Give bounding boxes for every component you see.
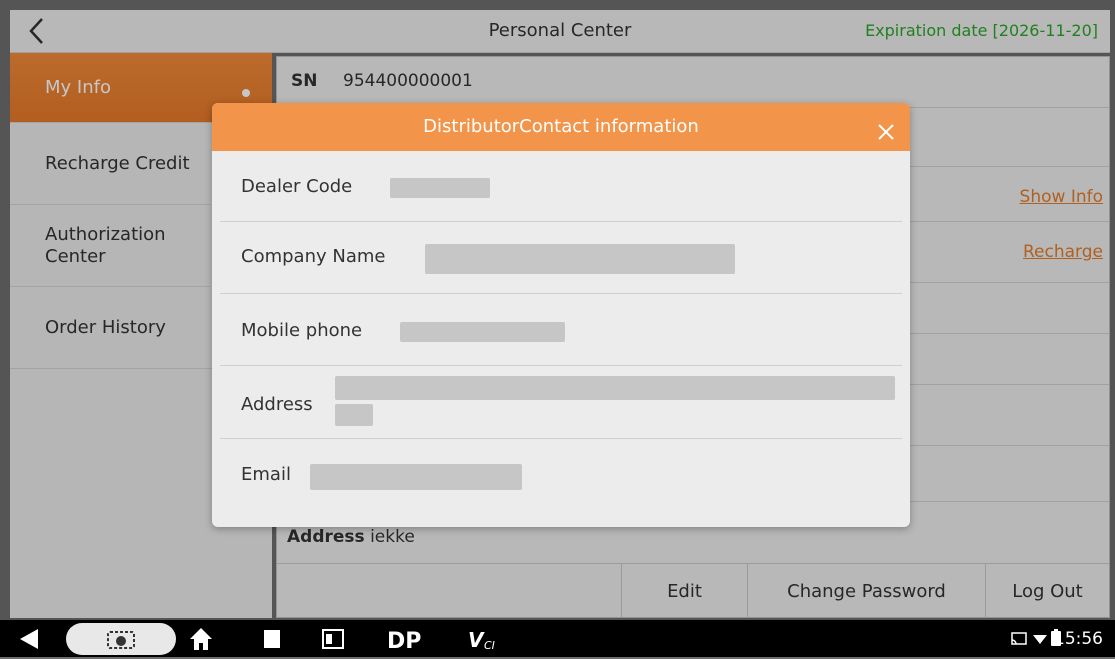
status-time: 15:56 <box>1054 629 1103 649</box>
svg-text:CI: CI <box>484 639 495 652</box>
company-name-row: Company Name <box>220 222 902 294</box>
system-nav-bar: DP V CI 15:56 <box>0 620 1115 657</box>
redacted-value <box>310 464 522 490</box>
redacted-value <box>390 178 490 198</box>
email-label: Email <box>241 464 291 485</box>
cast-icon <box>1010 630 1028 648</box>
svg-text:DP: DP <box>387 629 421 652</box>
dealer-code-label: Dealer Code <box>241 176 353 197</box>
wifi-icon <box>1032 630 1048 646</box>
dealer-code-row: Dealer Code <box>220 151 902 222</box>
redacted-value <box>335 376 895 400</box>
address-dialog-label: Address <box>241 394 313 415</box>
nav-back-icon[interactable] <box>16 626 42 652</box>
app-icon[interactable] <box>320 626 346 652</box>
redacted-value <box>425 244 735 274</box>
home-icon[interactable] <box>188 626 214 652</box>
screenshot-icon[interactable] <box>66 623 176 655</box>
mobile-phone-label: Mobile phone <box>241 320 363 341</box>
mobile-phone-row: Mobile phone <box>220 294 902 366</box>
dialog-title: DistributorContact information <box>423 116 699 137</box>
close-icon[interactable] <box>874 115 898 140</box>
address-dialog-row: Address <box>220 366 902 439</box>
distributor-contact-dialog: DistributorContact information Dealer Co… <box>212 103 910 527</box>
redacted-value <box>400 322 565 342</box>
recents-icon[interactable] <box>260 626 286 652</box>
app-window: Personal Center Expiration date [2026-11… <box>0 0 1115 657</box>
vci-icon[interactable]: V CI <box>466 626 506 652</box>
email-row: Email <box>220 439 902 509</box>
svg-text:V: V <box>468 628 485 652</box>
dp-icon[interactable]: DP <box>385 626 429 654</box>
redacted-value <box>335 404 373 426</box>
dialog-header: DistributorContact information <box>212 103 910 151</box>
company-name-label: Company Name <box>241 246 386 267</box>
